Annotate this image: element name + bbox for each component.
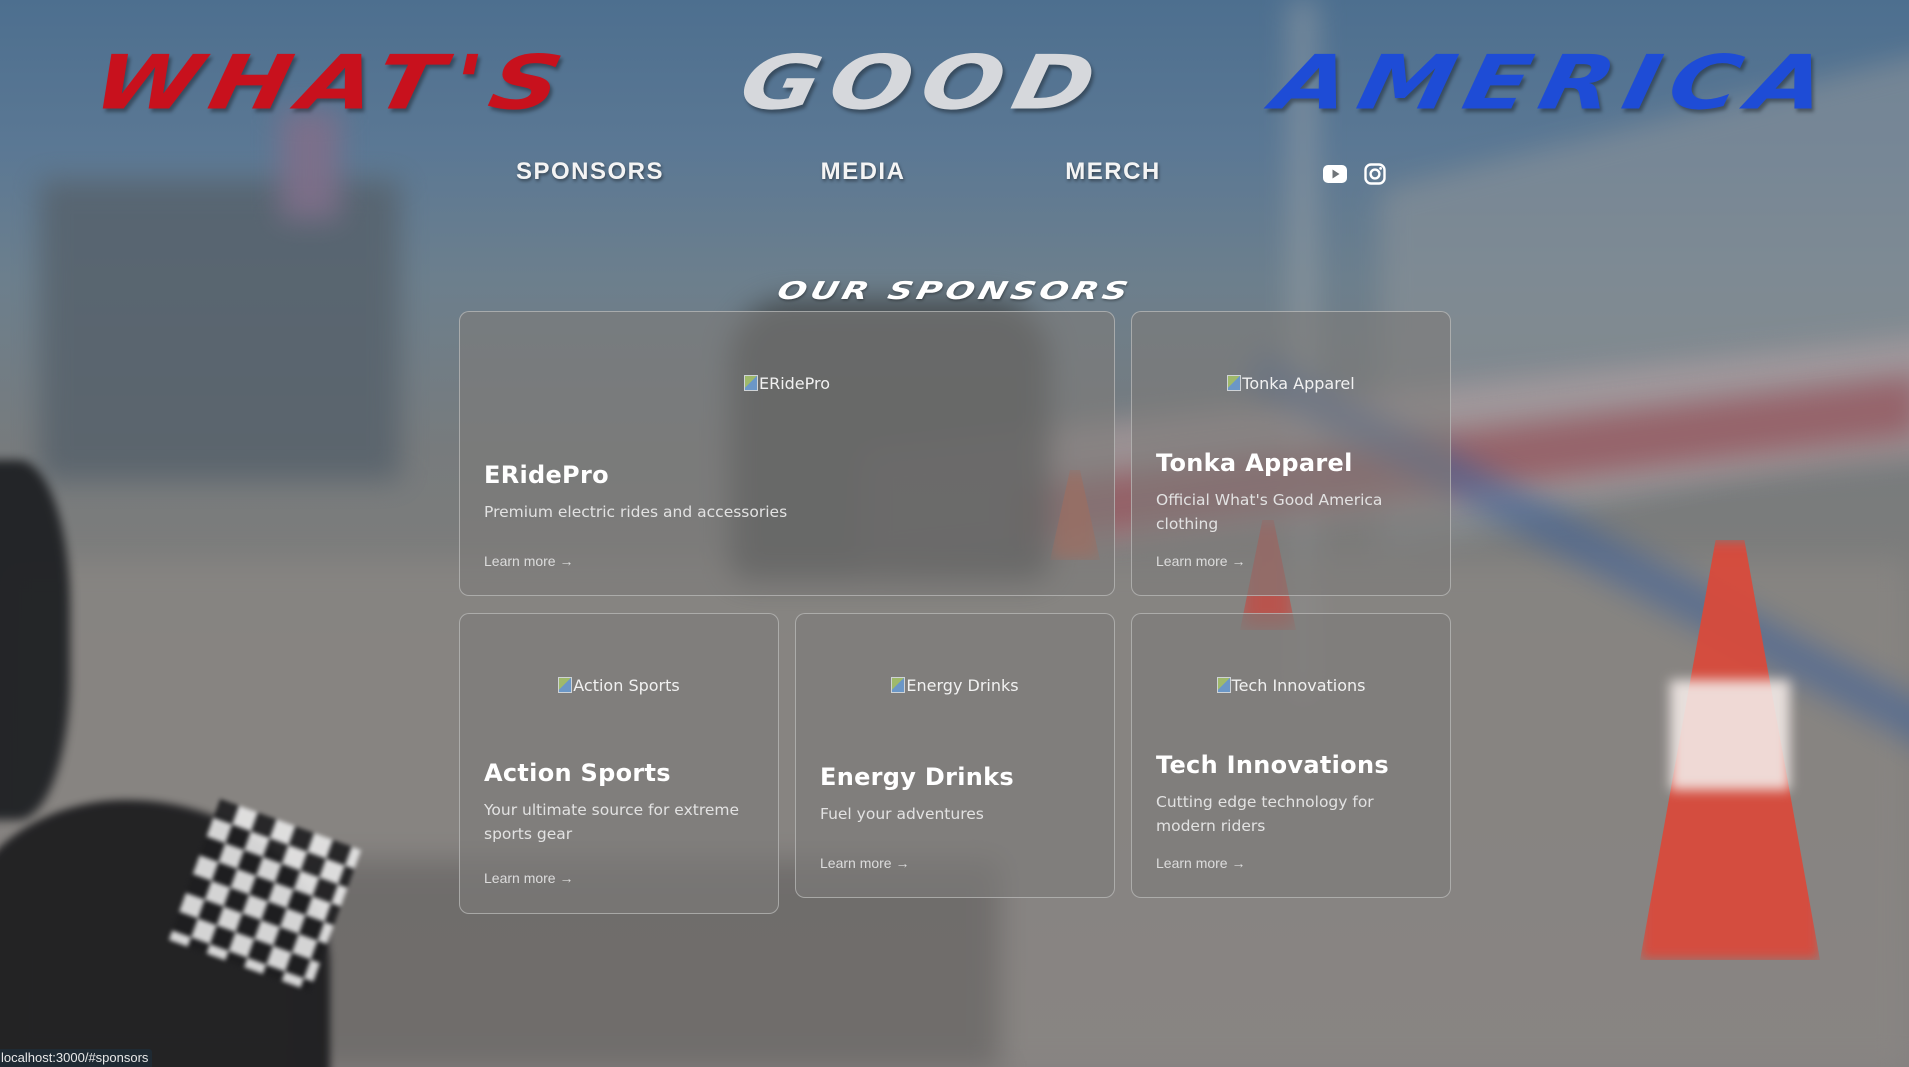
sponsor-card-eridepro: ERidePro ERidePro Premium electric rides…: [459, 311, 1115, 596]
nav-merch-link[interactable]: MERCH: [1065, 158, 1161, 186]
sponsor-card-tech-innovations: Tech Innovations Tech Innovations Cuttin…: [1131, 613, 1451, 898]
sponsor-description: Official What's Good America clothing: [1156, 491, 1383, 533]
logo-word-america: AMERICA: [1265, 39, 1845, 127]
sponsor-card-energy-drinks: Energy Drinks Energy Drinks Fuel your ad…: [795, 613, 1115, 898]
broken-image-icon: [558, 677, 573, 693]
sponsor-logo-image: Tech Innovations: [1132, 676, 1450, 695]
sponsor-card-action-sports: Action Sports Action Sports Your ultimat…: [459, 613, 779, 914]
logo-word-whats: WHAT'S: [85, 39, 580, 127]
page: WHAT'S GOOD AMERICA SPONSORS MEDIA MERCH…: [0, 0, 1909, 1067]
learn-more-link[interactable]: Learn more →: [820, 855, 909, 871]
browser-status-url: localhost:3000/#sponsors: [0, 1049, 153, 1067]
sponsor-logo-alt: Action Sports: [573, 676, 680, 695]
sponsor-logo-alt: ERidePro: [758, 374, 831, 393]
main-nav: SPONSORS MEDIA MERCH: [0, 158, 1909, 192]
sponsor-description: Cutting edge technology for modern rider…: [1156, 793, 1374, 835]
sponsor-logo-alt: Energy Drinks: [906, 676, 1019, 695]
sponsor-description: Fuel your adventures: [820, 805, 984, 823]
sponsor-name: Tech Innovations: [1156, 751, 1389, 779]
sponsor-description: Your ultimate source for extreme sports …: [484, 801, 740, 843]
learn-more-link[interactable]: Learn more →: [484, 870, 573, 886]
broken-image-icon: [891, 677, 906, 693]
broken-image-icon: [743, 375, 758, 391]
instagram-icon[interactable]: [1363, 162, 1387, 186]
sponsor-logo-alt: Tonka Apparel: [1242, 374, 1355, 393]
nav-media-link[interactable]: MEDIA: [821, 158, 906, 186]
learn-more-link[interactable]: Learn more →: [1156, 553, 1245, 569]
learn-more-link[interactable]: Learn more →: [484, 553, 573, 569]
sponsor-logo-image: Energy Drinks: [796, 676, 1114, 695]
section-title: OUR SPONSORS: [774, 276, 1135, 306]
learn-more-link[interactable]: Learn more →: [1156, 855, 1245, 871]
sponsor-logo-image: Action Sports: [460, 676, 778, 695]
sponsor-card-tonka-apparel: Tonka Apparel Tonka Apparel Official Wha…: [1131, 311, 1451, 596]
sponsor-logo-alt: Tech Innovations: [1231, 676, 1366, 695]
sponsor-name: Energy Drinks: [820, 763, 1014, 791]
youtube-icon[interactable]: [1323, 162, 1347, 186]
nav-sponsors-link[interactable]: SPONSORS: [516, 158, 664, 186]
site-logo[interactable]: WHAT'S GOOD AMERICA: [85, 39, 1845, 127]
sponsor-logo-image: ERidePro: [460, 374, 1114, 393]
sponsor-description: Premium electric rides and accessories: [484, 503, 788, 521]
sponsor-name: ERidePro: [484, 461, 609, 489]
broken-image-icon: [1216, 677, 1231, 693]
social-links: [1323, 162, 1387, 186]
sponsor-logo-image: Tonka Apparel: [1132, 374, 1450, 393]
sponsor-name: Action Sports: [484, 759, 671, 787]
broken-image-icon: [1227, 375, 1242, 391]
logo-word-good: GOOD: [732, 39, 1113, 127]
sponsor-name: Tonka Apparel: [1156, 449, 1353, 477]
